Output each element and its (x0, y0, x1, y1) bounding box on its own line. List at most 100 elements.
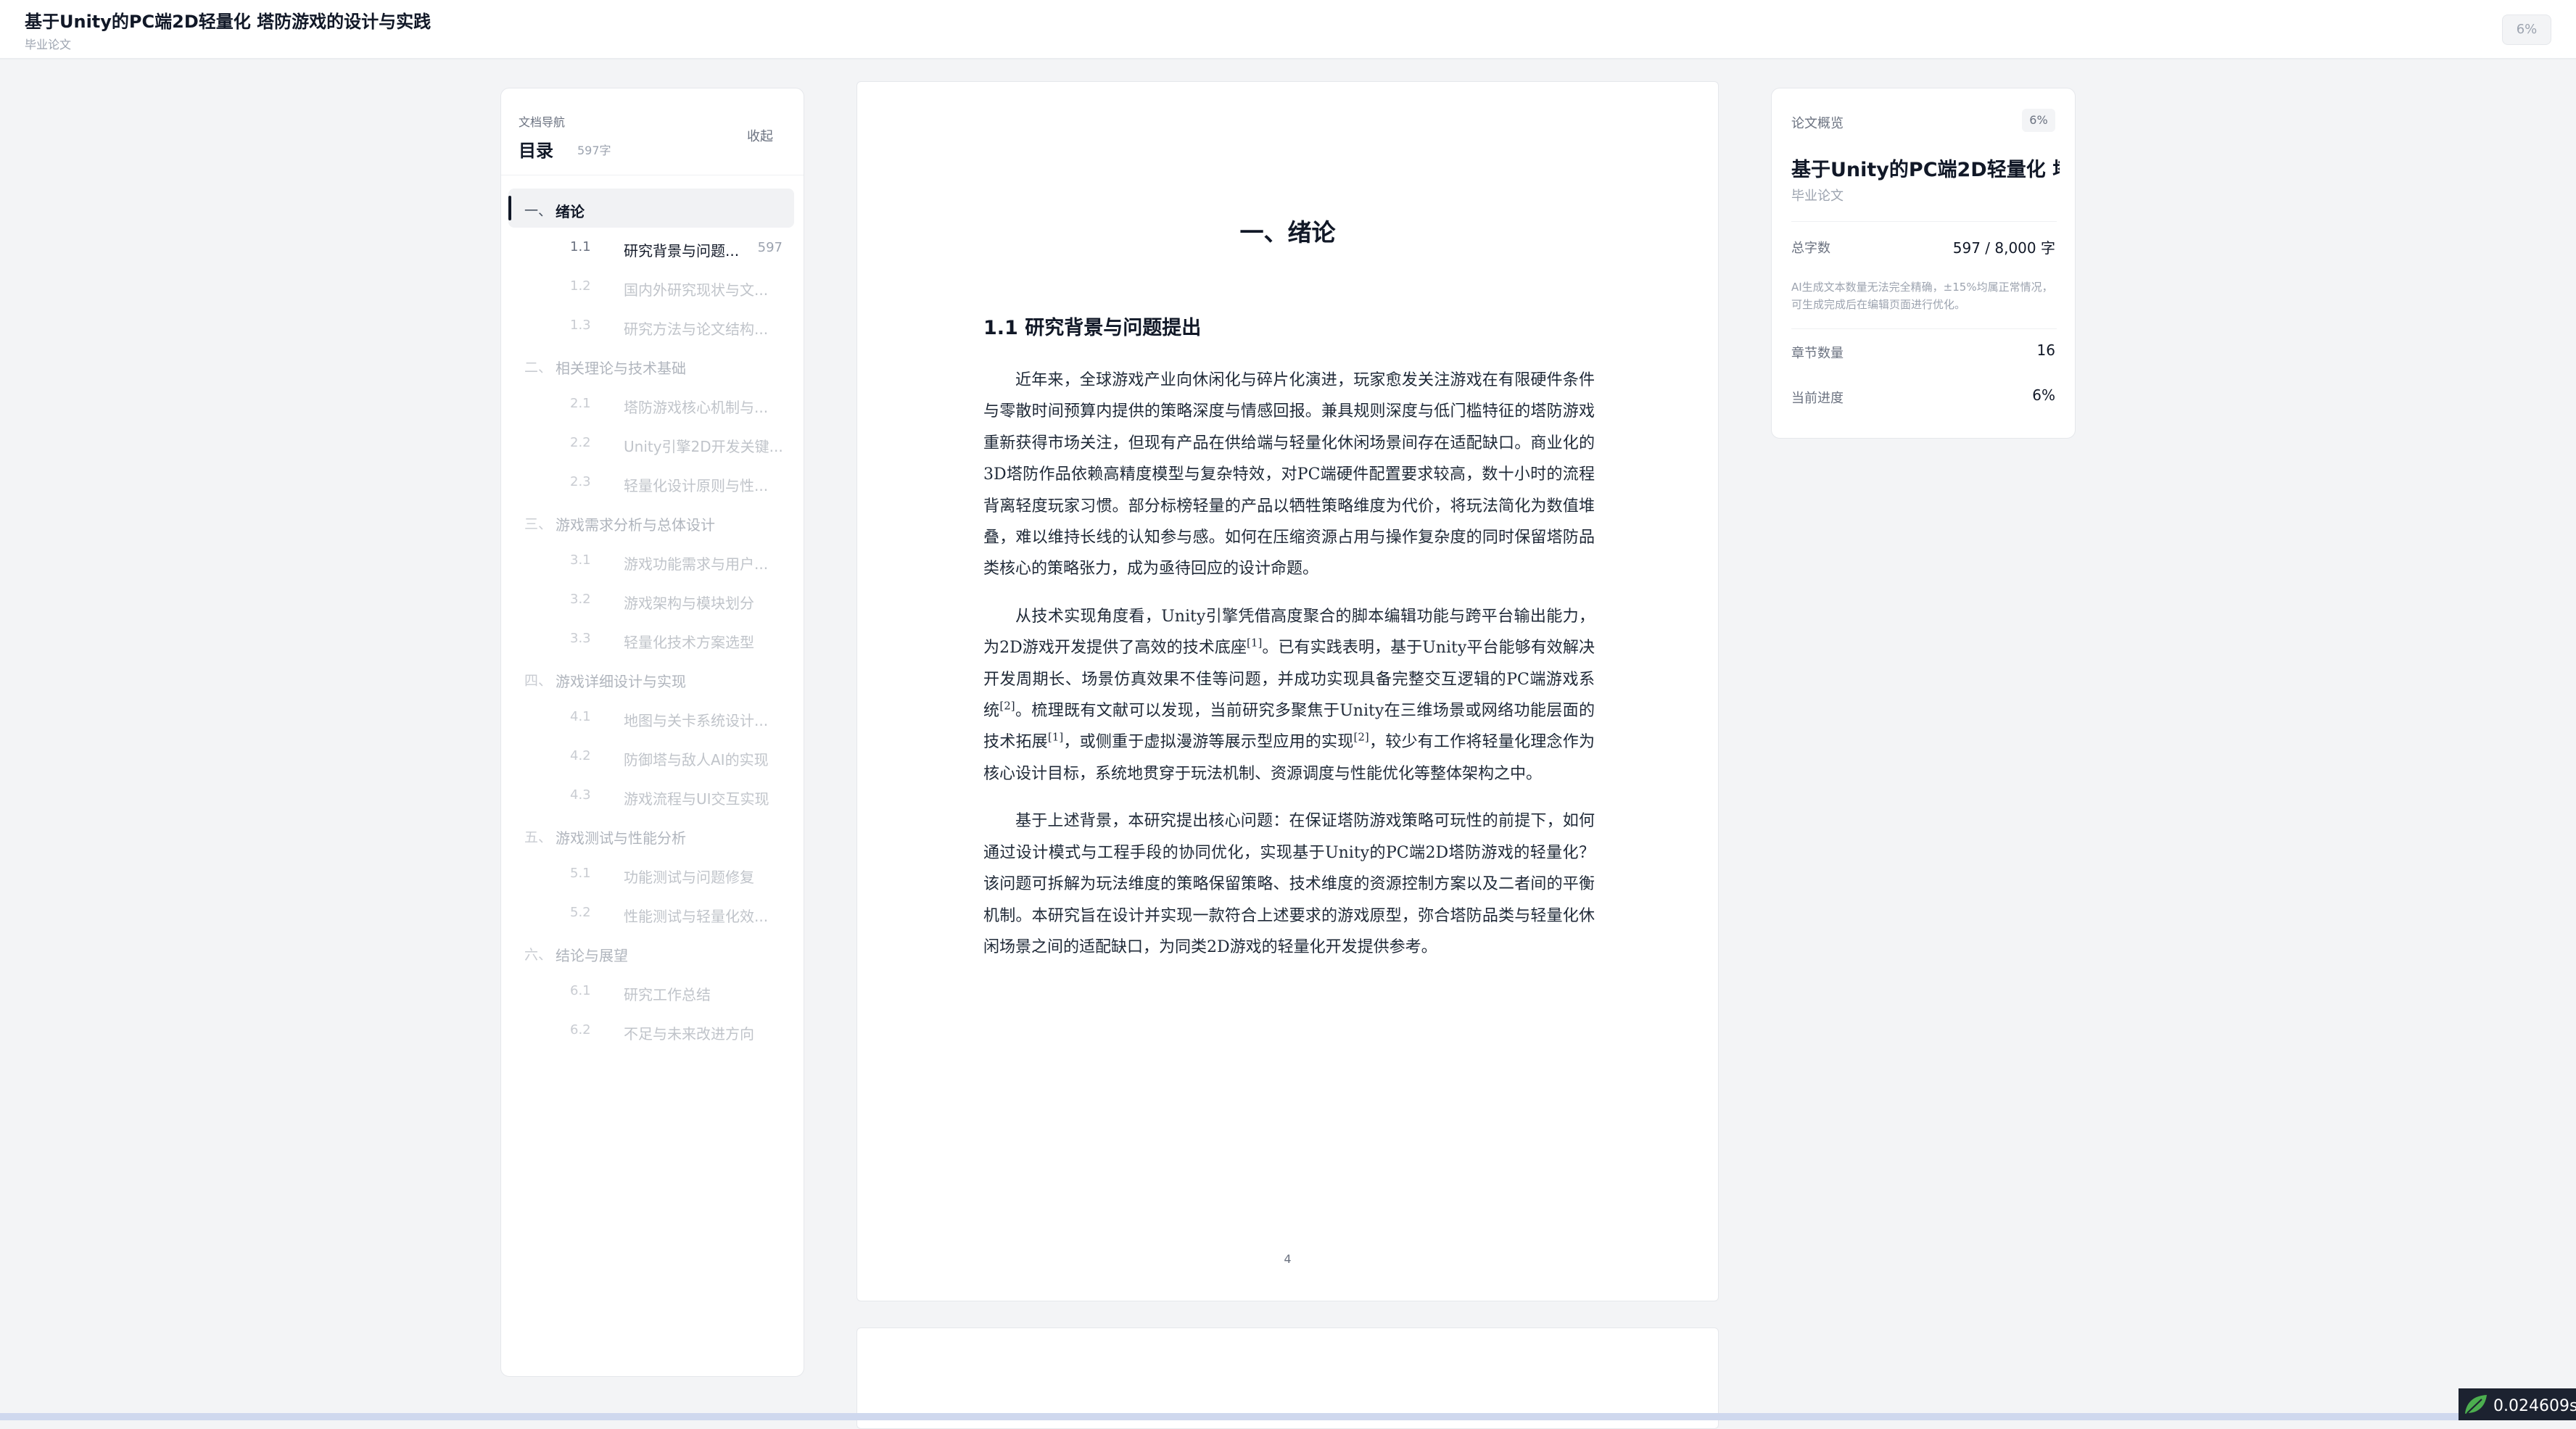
collapse-toc-button[interactable]: 收起 (747, 126, 773, 145)
body-paragraph: 从技术实现角度看，Unity引擎凭借高度聚合的脚本编辑功能与跨平台输出能力，为2… (983, 601, 1595, 790)
current-progress-label: 当前进度 (1791, 391, 1844, 406)
toc-item-label: 研究背景与问题... (624, 242, 740, 260)
toc-item-label: 性能测试与轻量化效... (624, 908, 769, 925)
toc-item-number: 五、 (524, 829, 553, 845)
toc-word-count: 597字 (577, 144, 611, 157)
document-type: 毕业论文 (25, 38, 72, 51)
toc-item-number: 3.1 (570, 552, 591, 568)
toc-item-number: 6.1 (570, 983, 591, 998)
toc-section-item[interactable]: 1.1 研究背景与问题... 597 (508, 228, 794, 267)
toc-item-number: 一、 (524, 203, 553, 219)
overview-subtitle: 毕业论文 (1791, 189, 1844, 204)
toc-list: 一、 绪论 1.1 研究背景与问题... 597 1.2 国内外研究现状与文... 1.3 研究… (508, 189, 794, 1050)
citation-marker: [1] (1047, 731, 1064, 745)
toc-item-number: 2.3 (570, 474, 591, 489)
toc-item-number: 5.2 (570, 905, 591, 920)
toc-item-number: 4.2 (570, 748, 591, 763)
toc-item-label: 轻量化技术方案选型 (624, 634, 754, 651)
toc-item-label: 游戏测试与性能分析 (556, 829, 686, 847)
toc-chapter-item[interactable]: 四、 游戏详细设计与实现 (508, 658, 794, 697)
chapter-count-value: 16 (2036, 341, 2055, 359)
toc-item-number: 3.2 (570, 592, 591, 607)
toc-section-item[interactable]: 2.2 Unity引擎2D开发关键... (508, 423, 794, 463)
toc-item-label: 功能测试与问题修复 (624, 869, 754, 886)
citation-marker: [1] (1247, 636, 1263, 650)
toc-chapter-item[interactable]: 五、 游戏测试与性能分析 (508, 815, 794, 854)
paragraph-text: 近年来，全球游戏产业向休闲化与碎片化演进，玩家愈发关注游戏在有限硬件条件与零散时… (983, 371, 1595, 579)
toc-chapter-item[interactable]: 三、 游戏需求分析与总体设计 (508, 502, 794, 541)
toc-item-label: 游戏架构与模块划分 (624, 595, 754, 612)
document-page: 一、绪论 1.1 研究背景与问题提出 近年来，全球游戏产业向休闲化与碎片化演进，… (856, 81, 1719, 1301)
toc-item-label: 不足与未来改进方向 (624, 1025, 754, 1043)
toc-section-item[interactable]: 5.2 性能测试与轻量化效... (508, 893, 794, 932)
toc-item-label: 绪论 (556, 203, 585, 220)
toc-item-number: 3.3 (570, 631, 591, 646)
toc-section-item[interactable]: 5.1 功能测试与问题修复 (508, 854, 794, 893)
overview-progress-badge: 6% (2022, 109, 2055, 132)
toc-item-number: 4.3 (570, 787, 591, 803)
app-header: 基于Unity的PC端2D轻量化 塔防游戏的设计与实践 毕业论文 6% (0, 0, 2576, 59)
toc-section-item[interactable]: 3.1 游戏功能需求与用户... (508, 541, 794, 580)
chapter-count-label: 章节数量 (1791, 346, 1844, 361)
toc-item-number: 三、 (524, 516, 553, 532)
toc-item-label: 游戏需求分析与总体设计 (556, 516, 715, 534)
toc-heading: 目录 (519, 141, 553, 161)
toc-kicker: 文档导航 (519, 115, 566, 129)
toc-panel: 文档导航 目录 597字 收起 一、 绪论 1.1 研究背景与问题... 597 1.2 国… (500, 88, 804, 1377)
leaf-logo-icon (2465, 1395, 2487, 1414)
progress-badge: 6% (2502, 15, 2551, 45)
toc-section-item[interactable]: 1.2 国内外研究现状与文... (508, 267, 794, 306)
overview-panel: 论文概览 6% 基于Unity的PC端2D轻量化 塔... 毕业论文 总字数 5… (1771, 88, 2076, 439)
document-body[interactable]: 近年来，全球游戏产业向休闲化与碎片化演进，玩家愈发关注游戏在有限硬件条件与零散时… (983, 365, 1595, 979)
overview-title: 基于Unity的PC端2D轻量化 塔... (1791, 159, 2060, 181)
toc-item-label: 轻量化设计原则与性... (624, 477, 769, 494)
bottom-strip (0, 1413, 2576, 1420)
toc-chapter-item[interactable]: 二、 相关理论与技术基础 (508, 345, 794, 384)
toc-item-number: 5.1 (570, 866, 591, 881)
perf-time-value: 0.024609s (2493, 1397, 2576, 1415)
toc-section-item[interactable]: 6.2 不足与未来改进方向 (508, 1011, 794, 1050)
body-paragraph: 基于上述背景，本研究提出核心问题：在保证塔防游戏策略可玩性的前提下，如何通过设计… (983, 805, 1595, 963)
overview-label: 论文概览 (1791, 116, 1844, 131)
toc-item-word-count: 597 (757, 240, 783, 255)
toc-chapter-item[interactable]: 六、 结论与展望 (508, 932, 794, 972)
toc-item-label: Unity引擎2D开发关键... (624, 438, 783, 455)
toc-section-item[interactable]: 4.3 游戏流程与UI交互实现 (508, 776, 794, 815)
section-title: 1.1 研究背景与问题提出 (983, 317, 1202, 339)
toc-section-item[interactable]: 4.1 地图与关卡系统设计... (508, 697, 794, 737)
page-number: 4 (1284, 1252, 1292, 1266)
toc-item-label: 游戏流程与UI交互实现 (624, 790, 769, 808)
toc-item-label: 游戏功能需求与用户... (624, 555, 769, 573)
toc-item-label: 研究方法与论文结构... (624, 320, 769, 338)
toc-section-item[interactable]: 2.1 塔防游戏核心机制与... (508, 384, 794, 423)
toc-item-label: 结论与展望 (556, 947, 628, 964)
toc-section-item[interactable]: 3.2 游戏架构与模块划分 (508, 580, 794, 619)
overview-divider (1791, 328, 2057, 329)
toc-section-item[interactable]: 1.3 研究方法与论文结构... (508, 306, 794, 345)
toc-section-item[interactable]: 6.1 研究工作总结 (508, 972, 794, 1011)
toc-item-number: 4.1 (570, 709, 591, 724)
body-paragraph: 近年来，全球游戏产业向休闲化与碎片化演进，玩家愈发关注游戏在有限硬件条件与零散时… (983, 365, 1595, 585)
toc-item-number: 6.2 (570, 1022, 591, 1037)
toc-item-number: 六、 (524, 947, 553, 963)
perf-widget: 0.024609s (2459, 1388, 2576, 1420)
toc-item-label: 国内外研究现状与文... (624, 281, 769, 299)
toc-item-number: 1.1 (570, 239, 591, 254)
toc-item-label: 相关理论与技术基础 (556, 360, 686, 377)
word-count-note: AI生成文本数量无法完全精确，±15%均属正常情况，可生成完成后在编辑页面进行优… (1791, 281, 2053, 311)
toc-item-label: 游戏详细设计与实现 (556, 673, 686, 690)
toc-item-label: 塔防游戏核心机制与... (624, 399, 769, 416)
total-words-label: 总字数 (1791, 241, 1830, 256)
toc-item-number: 2.2 (570, 435, 591, 450)
toc-section-item[interactable]: 4.2 防御塔与敌人AI的实现 (508, 737, 794, 776)
toc-item-number: 二、 (524, 360, 553, 376)
chapter-title: 一、绪论 (1239, 218, 1336, 247)
overview-divider (1791, 221, 2057, 222)
toc-item-number: 1.3 (570, 318, 591, 333)
citation-marker: [2] (1353, 731, 1369, 745)
toc-chapter-item[interactable]: 一、 绪论 (508, 189, 794, 228)
paragraph-text: ，或侧重于虚拟漫游等展示型应用的实现 (1063, 733, 1354, 752)
toc-item-label: 地图与关卡系统设计... (624, 712, 769, 729)
toc-section-item[interactable]: 3.3 轻量化技术方案选型 (508, 619, 794, 658)
toc-section-item[interactable]: 2.3 轻量化设计原则与性... (508, 463, 794, 502)
